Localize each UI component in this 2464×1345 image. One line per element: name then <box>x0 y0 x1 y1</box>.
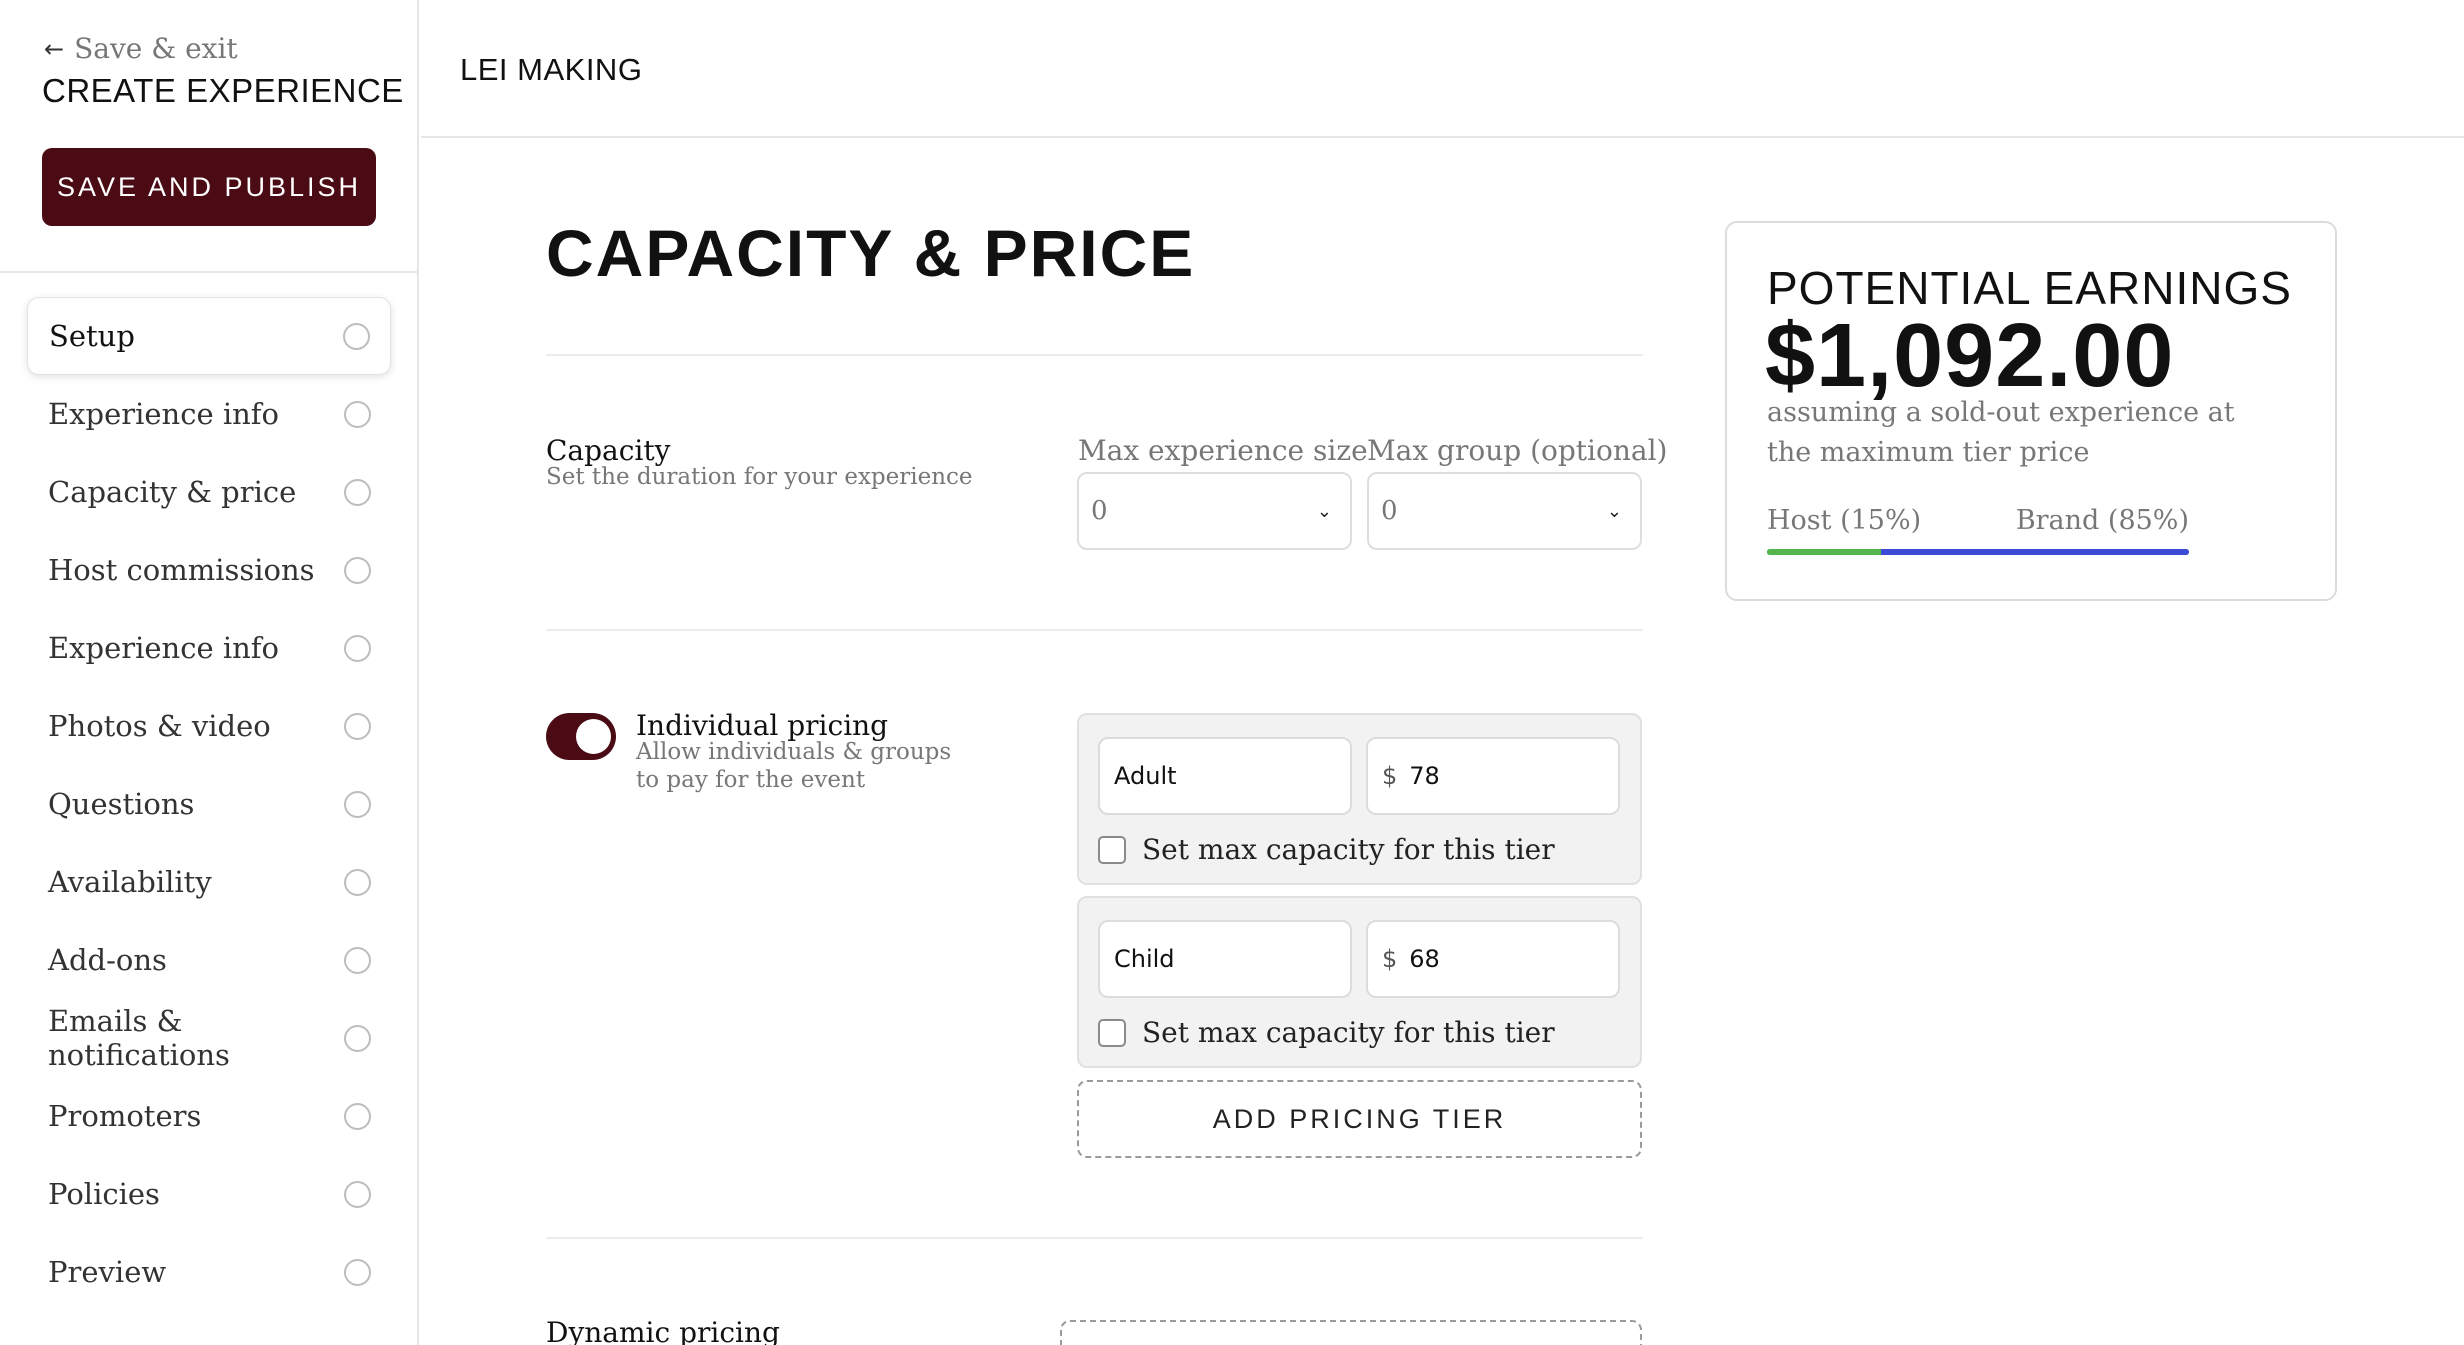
currency-symbol: $ <box>1382 762 1398 790</box>
host-split-segment <box>1767 549 1881 555</box>
sidebar-item-label: Emails & notifications <box>48 1004 230 1072</box>
split-bar <box>1767 549 2189 555</box>
max-group-select[interactable]: 0 ⌄ <box>1367 472 1642 550</box>
sidebar-item-label: Add-ons <box>48 943 167 977</box>
save-exit-link[interactable]: ← Save & exit <box>44 32 238 65</box>
pricing-tier: Adult $ 78 Set max capacity for this tie… <box>1077 713 1642 885</box>
max-capacity-checkbox-row[interactable]: Set max capacity for this tier <box>1098 1016 1555 1049</box>
save-and-publish-button[interactable]: SAVE AND PUBLISH <box>42 148 376 226</box>
sidebar-item-emails-notifications[interactable]: Emails & notifications <box>27 999 391 1077</box>
divider <box>546 354 1643 356</box>
sidebar-item-experience-info[interactable]: Experience info <box>27 375 391 453</box>
sidebar-item-label: Setup <box>49 319 135 353</box>
sidebar-item-host-commissions[interactable]: Host commissions <box>27 531 391 609</box>
status-circle-icon <box>344 790 371 818</box>
chevron-down-icon: ⌄ <box>1606 500 1622 522</box>
potential-earnings-card: POTENTIAL EARNINGS $1,092.00 assuming a … <box>1725 221 2337 601</box>
sidebar-divider <box>0 271 419 273</box>
sidebar-item-setup[interactable]: Setup <box>27 297 391 375</box>
sidebar-nav: Setup Experience info Capacity & price H… <box>27 297 391 1311</box>
tier-name-value: Adult <box>1114 762 1177 790</box>
status-circle-icon <box>344 400 371 428</box>
capacity-sub: Set the duration for your experience <box>546 464 973 490</box>
sidebar-item-experience-info-2[interactable]: Experience info <box>27 609 391 687</box>
max-capacity-checkbox[interactable] <box>1098 835 1126 864</box>
tier-price-input[interactable]: $ 68 <box>1366 920 1620 998</box>
tier-name-input[interactable]: Child <box>1098 920 1352 998</box>
pricing-tier: Child $ 68 Set max capacity for this tie… <box>1077 896 1642 1068</box>
sidebar-item-label: Capacity & price <box>48 475 297 509</box>
sidebar-item-questions[interactable]: Questions <box>27 765 391 843</box>
max-capacity-checkbox[interactable] <box>1098 1018 1126 1047</box>
sidebar-item-label: Experience info <box>48 397 279 431</box>
sidebar-item-label: Policies <box>48 1177 160 1211</box>
split-labels: Host (15%) Brand (85%) <box>1767 505 2189 536</box>
sidebar: ← Save & exit CREATE EXPERIENCE SAVE AND… <box>0 0 419 1345</box>
sidebar-item-label: Questions <box>48 787 195 821</box>
sidebar-item-availability[interactable]: Availability <box>27 843 391 921</box>
sidebar-item-add-ons[interactable]: Add-ons <box>27 921 391 999</box>
brand-split-segment <box>1880 549 2189 555</box>
sidebar-item-photos-video[interactable]: Photos & video <box>27 687 391 765</box>
max-group-label: Max group (optional) <box>1367 434 1668 467</box>
status-circle-icon <box>344 868 371 896</box>
currency-symbol: $ <box>1382 945 1398 973</box>
max-experience-size-select[interactable]: 0 ⌄ <box>1077 472 1352 550</box>
tier-price-input[interactable]: $ 78 <box>1366 737 1620 815</box>
host-split-label: Host (15%) <box>1767 505 1922 536</box>
status-circle-icon <box>344 1102 371 1130</box>
status-circle-icon <box>343 322 370 350</box>
sidebar-item-preview[interactable]: Preview <box>27 1233 391 1311</box>
sidebar-item-label: Promoters <box>48 1099 202 1133</box>
dynamic-pricing-label: Dynamic pricing <box>546 1316 780 1345</box>
max-capacity-label: Set max capacity for this tier <box>1142 1016 1555 1049</box>
status-circle-icon <box>344 946 371 974</box>
status-circle-icon <box>344 1180 371 1208</box>
individual-pricing-toggle[interactable] <box>546 713 616 760</box>
individual-pricing-sub: Allow individuals & groups to pay for th… <box>636 739 952 793</box>
select-value: 0 <box>1091 496 1108 526</box>
chevron-down-icon: ⌄ <box>1316 500 1332 522</box>
status-circle-icon <box>344 1024 371 1052</box>
sidebar-item-policies[interactable]: Policies <box>27 1155 391 1233</box>
status-circle-icon <box>344 712 371 740</box>
tier-price-value: 68 <box>1409 945 1440 973</box>
page-title: CAPACITY & PRICE <box>546 216 1196 290</box>
sidebar-item-label: Preview <box>48 1255 167 1289</box>
sidebar-item-promoters[interactable]: Promoters <box>27 1077 391 1155</box>
status-circle-icon <box>344 634 371 662</box>
status-circle-icon <box>344 1258 371 1286</box>
sidebar-item-label: Availability <box>48 865 212 899</box>
earnings-sub: assuming a sold-out experience at the ma… <box>1767 397 2235 468</box>
max-capacity-label: Set max capacity for this tier <box>1142 833 1555 866</box>
status-circle-icon <box>344 556 371 584</box>
max-capacity-checkbox-row[interactable]: Set max capacity for this tier <box>1098 833 1555 866</box>
sidebar-title: CREATE EXPERIENCE <box>42 72 404 109</box>
sidebar-item-label: Photos & video <box>48 709 271 743</box>
select-value: 0 <box>1381 496 1398 526</box>
event-name: LEI MAKING <box>460 52 643 87</box>
brand-split-label: Brand (85%) <box>2015 505 2189 536</box>
divider <box>546 629 1643 631</box>
max-experience-size-label: Max experience size <box>1078 434 1368 467</box>
sidebar-item-label: Experience info <box>48 631 279 665</box>
sidebar-item-label: Host commissions <box>48 553 315 587</box>
top-bar: LEI MAKING <box>421 0 2464 138</box>
tier-price-value: 78 <box>1409 762 1440 790</box>
dynamic-pricing-box[interactable] <box>1060 1320 1642 1345</box>
divider <box>546 1237 1643 1239</box>
toggle-knob <box>576 719 611 754</box>
status-circle-icon <box>344 478 371 506</box>
add-pricing-tier-button[interactable]: ADD PRICING TIER <box>1077 1080 1642 1158</box>
tier-name-input[interactable]: Adult <box>1098 737 1352 815</box>
save-exit-label: Save & exit <box>74 32 238 65</box>
tier-name-value: Child <box>1114 945 1175 973</box>
sidebar-item-capacity-price[interactable]: Capacity & price <box>27 453 391 531</box>
back-arrow-icon: ← <box>44 34 65 63</box>
